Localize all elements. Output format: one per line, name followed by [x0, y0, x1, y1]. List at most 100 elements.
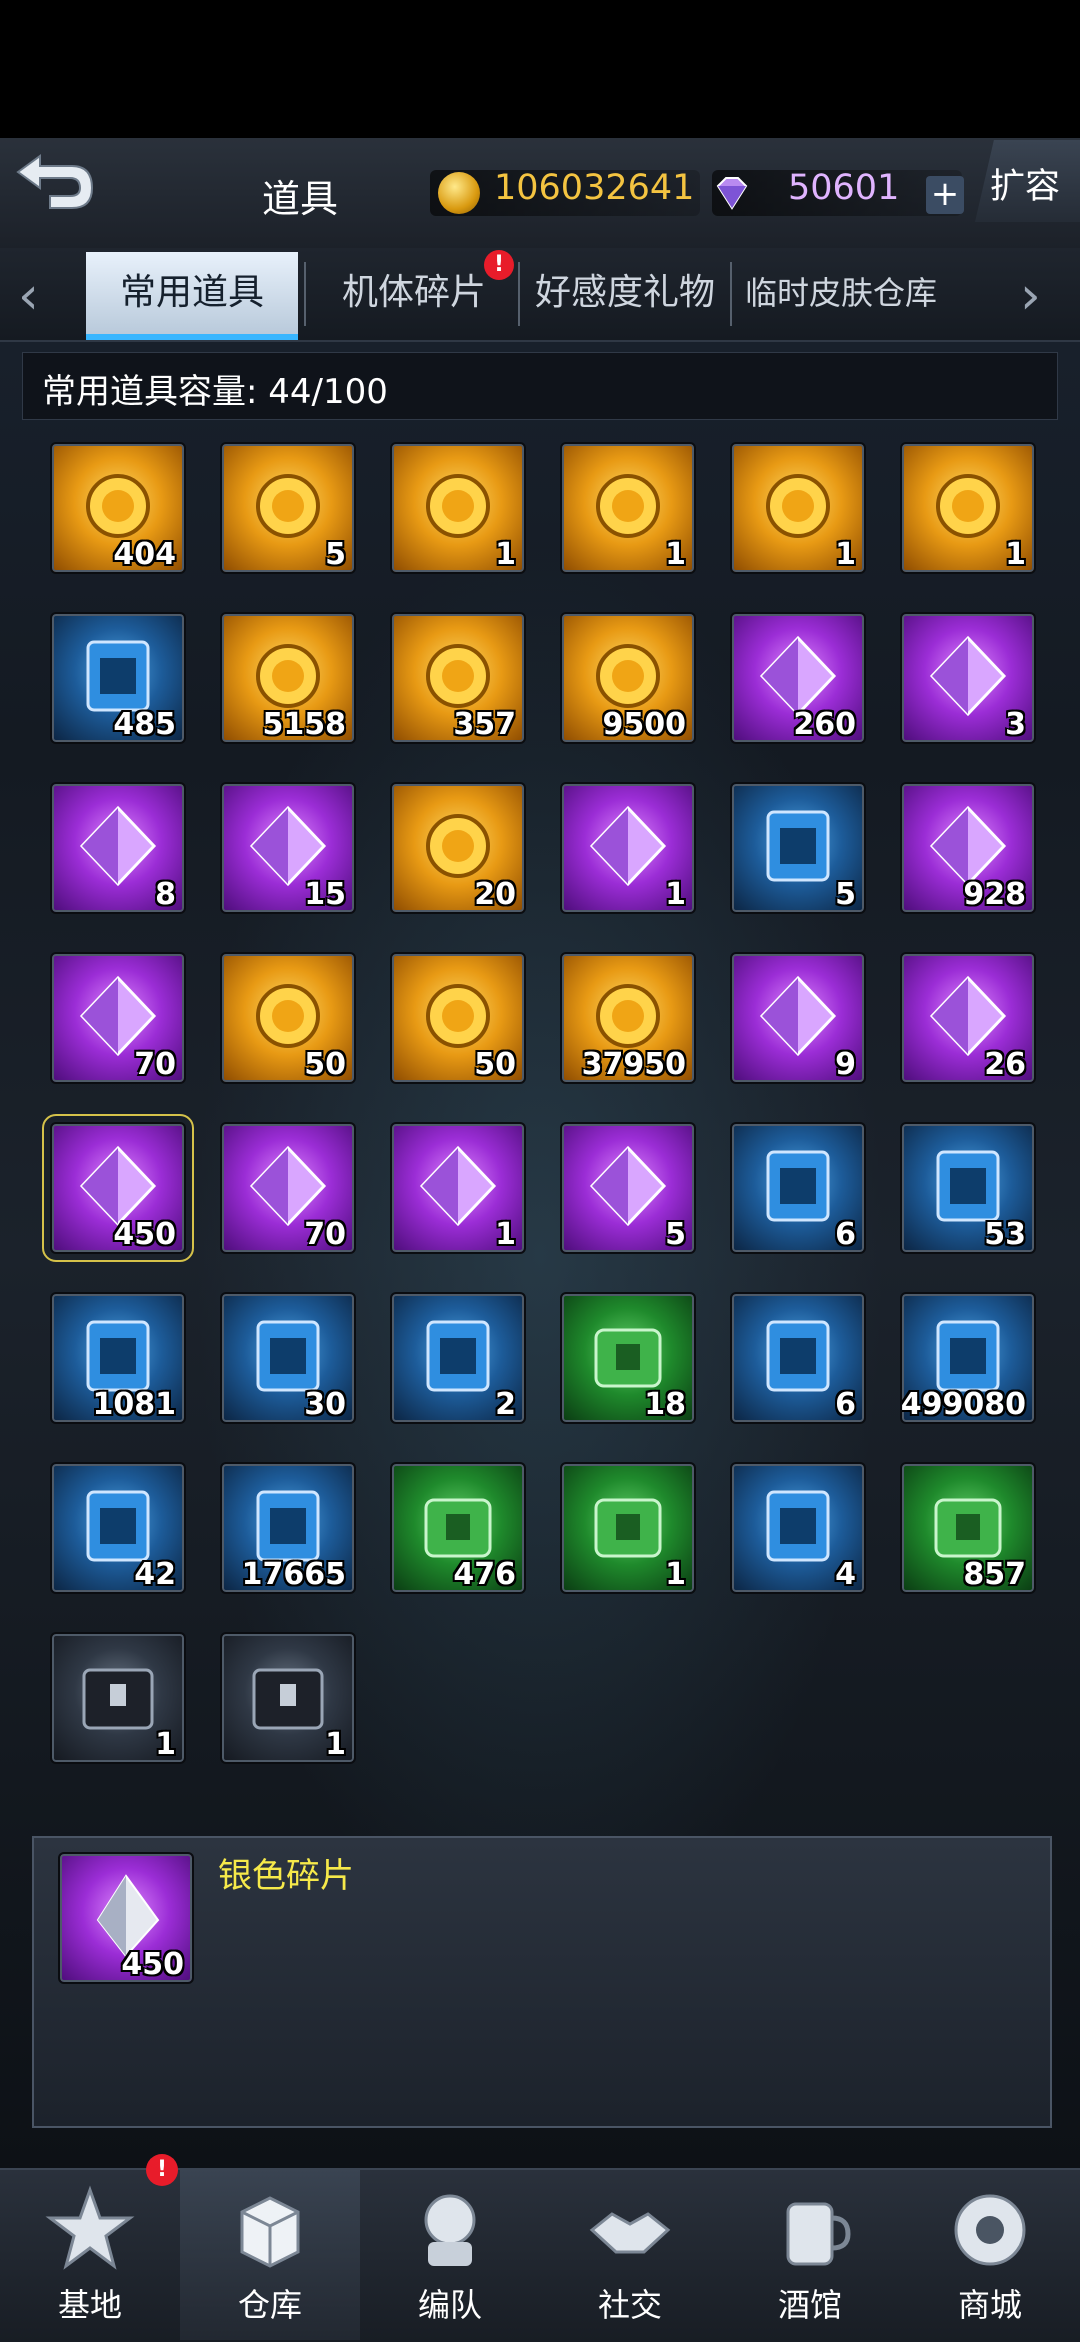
- back-button[interactable]: [10, 150, 100, 220]
- item-count: 1: [835, 537, 856, 572]
- item-count: 53: [984, 1217, 1026, 1252]
- item-slot[interactable]: 8: [50, 782, 186, 914]
- blue-card-icon: [929, 635, 1007, 717]
- treasure-chest-icon: [594, 1498, 662, 1558]
- item-slot[interactable]: 260: [730, 612, 866, 744]
- item-slot[interactable]: 6: [730, 1122, 866, 1254]
- item-count: 37950: [581, 1047, 686, 1082]
- item-count: 50: [304, 1047, 346, 1082]
- gear-emblem-icon: [596, 474, 660, 538]
- item-slot[interactable]: 3: [900, 612, 1036, 744]
- item-count: 499080: [900, 1387, 1026, 1422]
- item-slot[interactable]: 1: [560, 1462, 696, 1594]
- nav-label: 酒馆: [777, 2286, 842, 2324]
- item-slot[interactable]: 404: [50, 442, 186, 574]
- item-count: 450: [113, 1217, 176, 1252]
- item-slot[interactable]: 26: [900, 952, 1036, 1084]
- item-slot[interactable]: 17665: [220, 1462, 356, 1594]
- nav-team[interactable]: 编队: [360, 2168, 540, 2340]
- item-slot[interactable]: 357: [390, 612, 526, 744]
- item-slot[interactable]: 50: [220, 952, 356, 1084]
- item-slot[interactable]: 499080: [900, 1292, 1036, 1424]
- item-slot[interactable]: 928: [900, 782, 1036, 914]
- item-count: 9: [835, 1047, 856, 1082]
- crystal-icon: [589, 1145, 667, 1227]
- nav-base[interactable]: 基地: [0, 2168, 180, 2340]
- item-count: 5: [665, 1217, 686, 1252]
- page-title: 道具: [262, 177, 339, 221]
- tavern-icon: [786, 2202, 851, 2266]
- item-slot[interactable]: 70: [50, 952, 186, 1084]
- tab-divider: [730, 262, 732, 326]
- refresh-card-icon: [426, 474, 490, 538]
- item-slot[interactable]: 20: [390, 782, 526, 914]
- item-slot[interactable]: 5: [220, 442, 356, 574]
- item-slot[interactable]: 42: [50, 1462, 186, 1594]
- item-slot[interactable]: 9: [730, 952, 866, 1084]
- item-slot[interactable]: 18: [560, 1292, 696, 1424]
- item-count: 15: [304, 877, 346, 912]
- item-slot[interactable]: 15: [220, 782, 356, 914]
- nav-label: 商城: [957, 2286, 1022, 2324]
- item-slot[interactable]: 1: [900, 442, 1036, 574]
- add-gems-button[interactable]: +: [926, 176, 964, 214]
- item-slot[interactable]: 1: [730, 442, 866, 574]
- item-count: 5: [325, 537, 346, 572]
- nav-shop[interactable]: 商城: [900, 2168, 1080, 2340]
- alert-badge: !: [484, 250, 514, 280]
- item-slot[interactable]: 857: [900, 1462, 1036, 1594]
- item-slot[interactable]: 5158: [220, 612, 356, 744]
- item-slot[interactable]: 485: [50, 612, 186, 744]
- item-slot[interactable]: 6: [730, 1292, 866, 1424]
- tab-scroll-right-icon[interactable]: ›: [1020, 268, 1060, 324]
- item-count: 8: [155, 877, 176, 912]
- item-slot[interactable]: 5: [730, 782, 866, 914]
- item-slot[interactable]: 1: [560, 442, 696, 574]
- item-slot[interactable]: 1: [390, 1122, 526, 1254]
- item-count: 928: [963, 877, 1026, 912]
- coin-value: 106032641: [494, 168, 695, 208]
- nav-warehouse[interactable]: 仓库: [180, 2168, 360, 2340]
- purple-puzzle-icon: [589, 805, 667, 887]
- item-slot[interactable]: 476: [390, 1462, 526, 1594]
- item-slot[interactable]: 70: [220, 1122, 356, 1254]
- item-slot[interactable]: 1: [220, 1632, 356, 1764]
- item-count: 70: [134, 1047, 176, 1082]
- item-count: 1: [665, 877, 686, 912]
- item-count: 857: [963, 1557, 1026, 1592]
- item-count: 1: [1005, 537, 1026, 572]
- item-count: 70: [304, 1217, 346, 1252]
- item-slot[interactable]: 50: [390, 952, 526, 1084]
- team-icon: [424, 2194, 476, 2266]
- nav-label: 社交: [597, 2286, 662, 2324]
- item-slot[interactable]: 5: [560, 1122, 696, 1254]
- item-slot[interactable]: 450: [42, 1114, 194, 1262]
- item-count: 2: [495, 1387, 516, 1422]
- base-icon: [45, 2185, 135, 2270]
- item-slot[interactable]: 1: [50, 1632, 186, 1764]
- item-count: 1: [665, 537, 686, 572]
- item-count: 485: [113, 707, 176, 742]
- item-slot[interactable]: 1081: [50, 1292, 186, 1424]
- item-slot[interactable]: 1: [560, 782, 696, 914]
- tab-scroll-left-icon[interactable]: ‹: [18, 268, 58, 324]
- nav-tavern[interactable]: 酒馆: [720, 2168, 900, 2340]
- tab-affection-gifts[interactable]: 好感度礼物: [522, 252, 728, 334]
- item-slot[interactable]: 1: [390, 442, 526, 574]
- tab-temp-skin-storage[interactable]: 临时皮肤仓库: [734, 252, 948, 334]
- item-slot[interactable]: 37950: [560, 952, 696, 1084]
- item-slot[interactable]: 2: [390, 1292, 526, 1424]
- item-count: 50: [474, 1047, 516, 1082]
- item-slot[interactable]: 53: [900, 1122, 1036, 1254]
- expand-label[interactable]: 扩容: [990, 158, 1060, 209]
- item-slot[interactable]: 4: [730, 1462, 866, 1594]
- nav-handshake[interactable]: 社交: [540, 2168, 720, 2340]
- item-slot[interactable]: 30: [220, 1292, 356, 1424]
- diamond-icon: [716, 177, 748, 210]
- nav-label: 编队: [417, 2286, 482, 2324]
- tab-common-items[interactable]: 常用道具: [86, 252, 298, 340]
- detail-item-count: 450: [121, 1947, 184, 1982]
- item-count: 26: [984, 1047, 1026, 1082]
- item-count: 260: [793, 707, 856, 742]
- item-slot[interactable]: 9500: [560, 612, 696, 744]
